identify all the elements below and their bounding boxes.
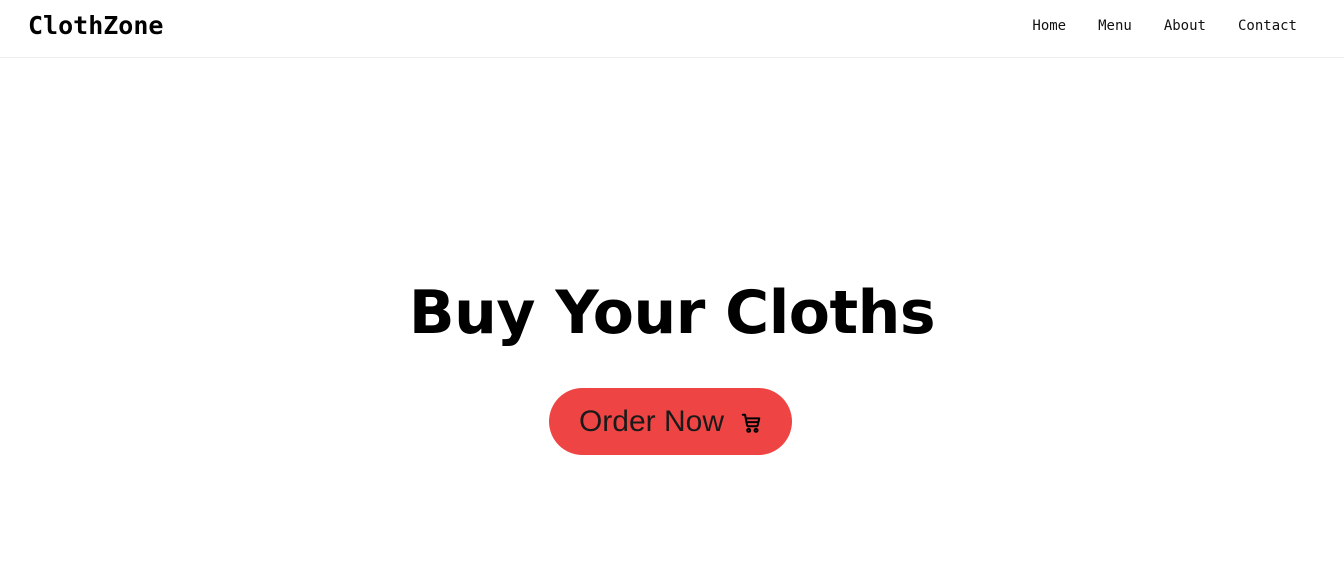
nav-item-home[interactable]: Home <box>1032 16 1066 36</box>
navbar: ClothZone Home Menu About Contact <box>0 0 1344 58</box>
nav-item-about[interactable]: About <box>1164 16 1206 36</box>
page: ClothZone Home Menu About Contact Buy Yo… <box>0 0 1344 566</box>
hero-title: Buy Your Cloths <box>408 278 936 348</box>
brand-logo[interactable]: ClothZone <box>28 10 163 42</box>
nav-links: Home Menu About Contact <box>1000 16 1297 36</box>
cart-icon <box>740 412 762 434</box>
nav-item-contact[interactable]: Contact <box>1238 16 1297 36</box>
order-now-label: Order Now <box>578 404 725 438</box>
nav-item-menu[interactable]: Menu <box>1098 16 1132 36</box>
order-now-button[interactable]: Order Now <box>549 388 792 455</box>
